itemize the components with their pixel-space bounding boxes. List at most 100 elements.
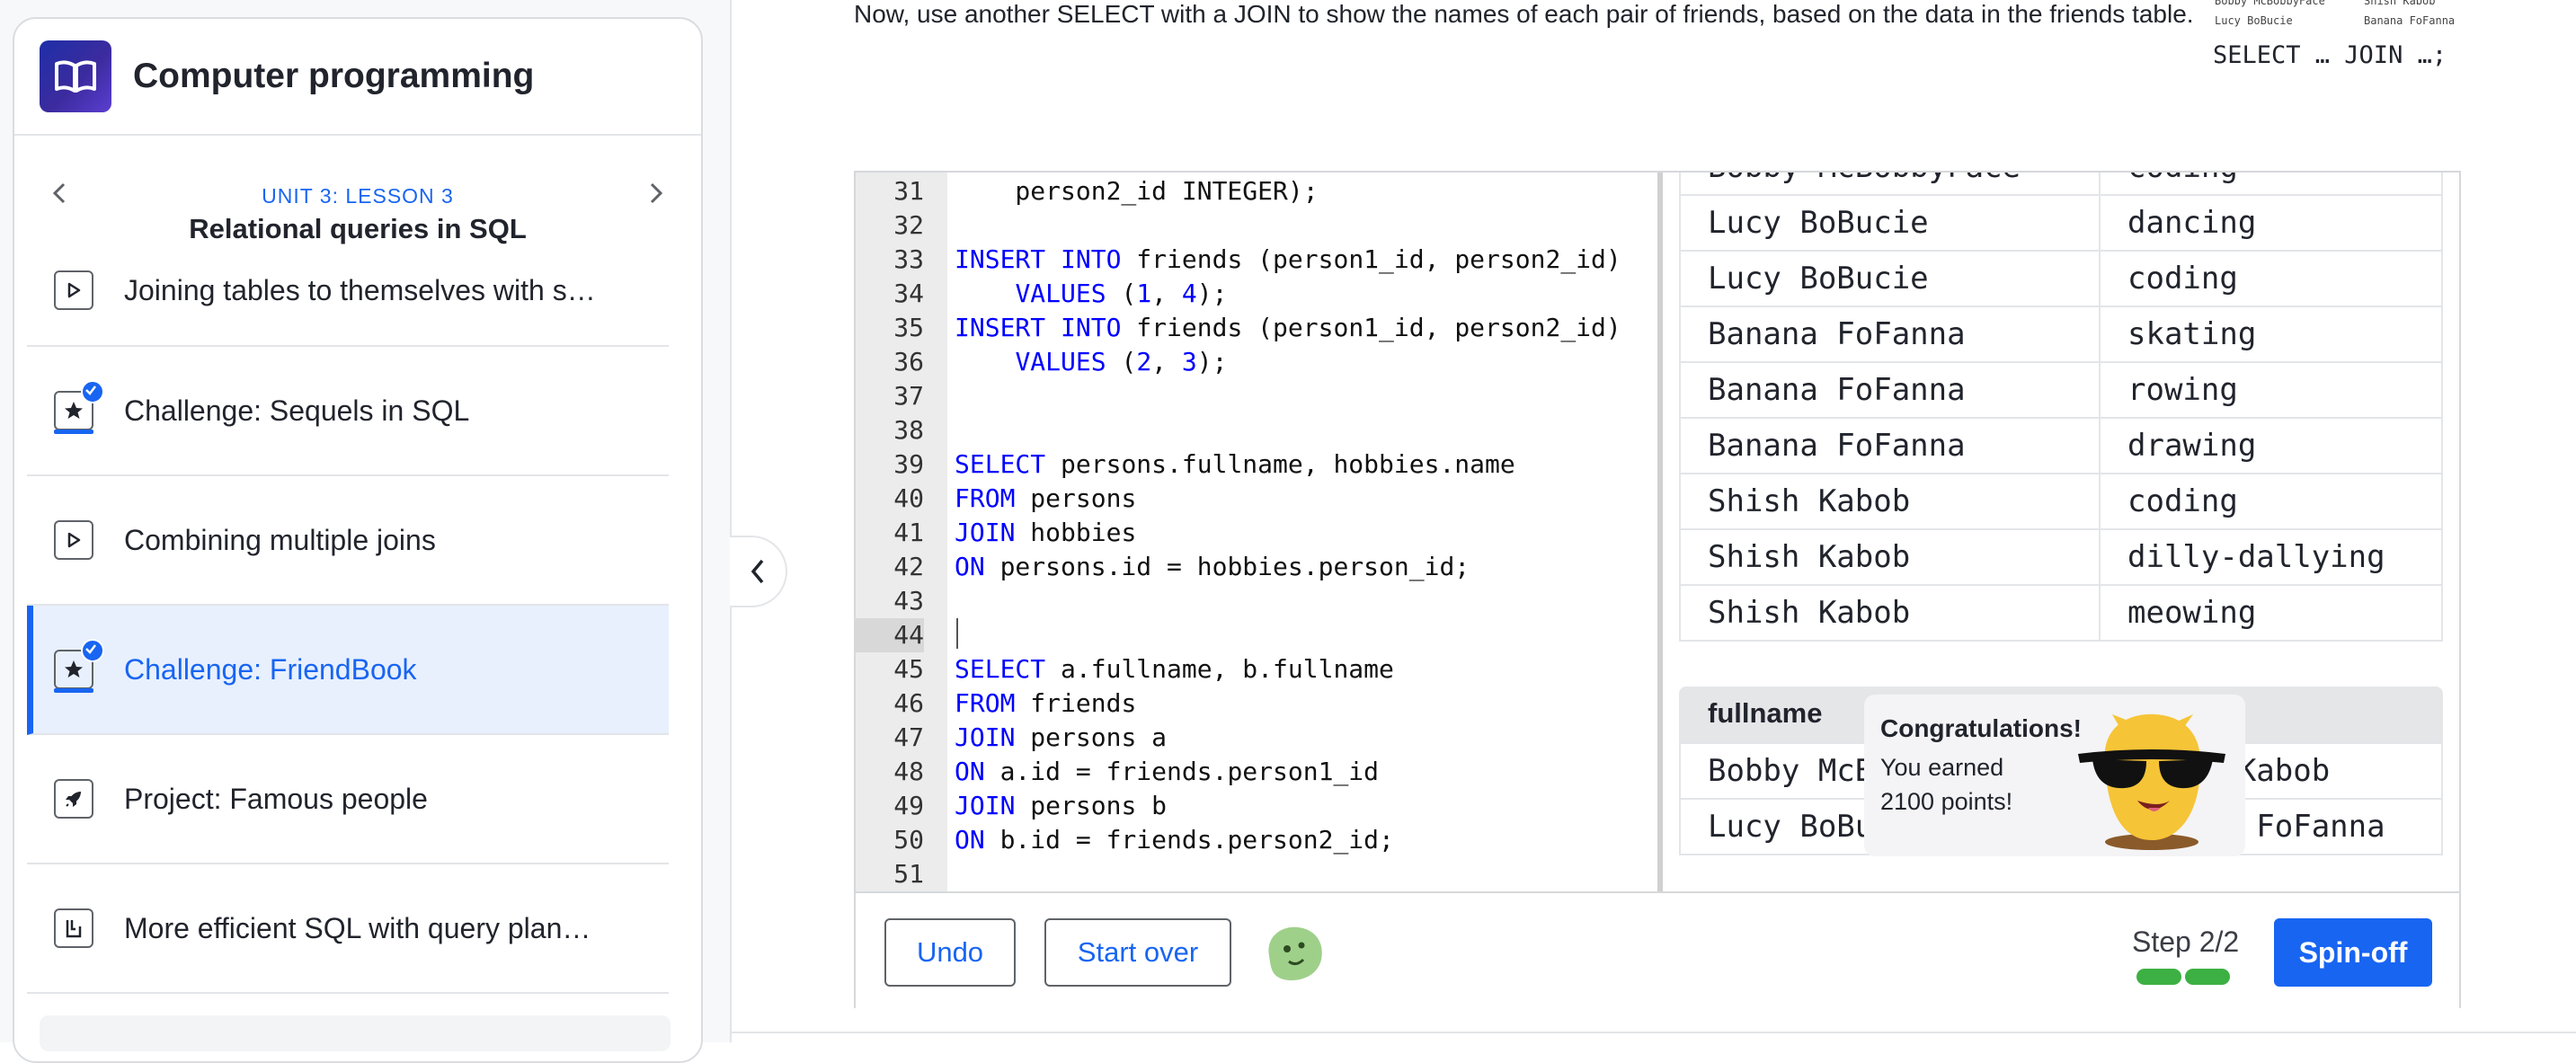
lesson-item-query-plans[interactable]: More efficient SQL with query plan… (27, 864, 669, 994)
line-number: 40 (893, 483, 924, 513)
line-number: 32 (893, 210, 924, 240)
course-logo-icon (40, 40, 111, 112)
unit-label[interactable]: UNIT 3: LESSON 3 (14, 184, 701, 208)
code-line[interactable]: 34 VALUES (1, 4); (856, 277, 1657, 311)
table-row: Lucy BoBucie dancing (1679, 194, 2443, 252)
code-line[interactable]: 41 JOIN hobbies (856, 516, 1657, 550)
lesson-item-combining-joins[interactable]: Combining multiple joins (27, 476, 669, 606)
editor-toolbar: Undo Start over Step 2/2 Spin-off (856, 891, 2459, 1008)
congrats-title: Congratulations! (1880, 714, 2082, 742)
play-icon (54, 270, 93, 310)
chevron-right-icon[interactable] (638, 166, 674, 220)
table-cell: Bobby McBobbyFace (1679, 173, 2101, 196)
code-line[interactable]: 48 ON a.id = friends.person1_id (856, 755, 1657, 789)
code-text: INSERT INTO friends (person1_id, person2… (955, 244, 1621, 274)
code-line[interactable]: 46 FROM friends (856, 687, 1657, 721)
table-row: Lucy BoBucie coding (1679, 250, 2443, 307)
start-over-button[interactable]: Start over (1044, 918, 1231, 987)
code-line[interactable]: 32 (856, 208, 1657, 243)
table-cell: Banana FoFanna (1679, 417, 2101, 474)
code-line[interactable]: 50 ON b.id = friends.person2_id; (856, 823, 1657, 857)
code-line[interactable]: 36 VALUES (2, 3); (856, 345, 1657, 379)
line-number: 39 (893, 449, 924, 479)
lesson-item-label: More efficient SQL with query plan… (124, 911, 591, 944)
code-editor[interactable]: 31 person2_id INTEGER); 32 33 INSERT INTO f… (856, 173, 1657, 891)
undo-button[interactable]: Undo (884, 918, 1016, 987)
course-title[interactable]: Computer programming (133, 57, 534, 96)
code-line[interactable]: 40 FROM persons (856, 482, 1657, 516)
code-line[interactable]: 45 SELECT a.fullname, b.fullname (856, 652, 1657, 687)
lesson-item-label: Joining tables to themselves with s… (124, 273, 596, 306)
chevron-left-icon (751, 559, 764, 584)
lesson-item-project-famous-people[interactable]: Project: Famous people (27, 735, 669, 864)
table-cell: Lucy BoBucie (1679, 194, 2101, 252)
table-cell: Shish Kabob (1679, 473, 2101, 530)
spin-off-button[interactable]: Spin-off (2274, 918, 2432, 987)
table-cell: Banana FoFanna (1679, 306, 2101, 363)
table-row: Shish Kabob coding (1679, 473, 2443, 530)
table-cell: dancing (2099, 194, 2443, 252)
completed-check-icon (81, 639, 104, 662)
lesson-item-label: Combining multiple joins (124, 523, 436, 556)
congrats-points: 2100 points! (1880, 788, 2013, 815)
code-line[interactable]: 39 SELECT persons.fullname, hobbies.name (856, 447, 1657, 482)
code-text: JOIN persons a (955, 722, 1168, 752)
line-number: 48 (893, 757, 924, 786)
code-workspace: 31 person2_id INTEGER); 32 33 INSERT INTO f… (854, 171, 2461, 1008)
code-text: ON a.id = friends.person1_id (955, 757, 1380, 786)
collapse-sidebar-button[interactable] (730, 536, 787, 607)
code-line[interactable]: 35 INSERT INTO friends (person1_id, perso… (856, 311, 1657, 345)
play-icon (54, 520, 93, 560)
code-text: person2_id INTEGER); (955, 176, 1319, 206)
completed-check-icon (81, 380, 104, 403)
code-line[interactable]: 33 INSERT INTO friends (person1_id, perso… (856, 243, 1657, 277)
congrats-message: You earned 2100 points! (1880, 750, 2069, 819)
code-line[interactable]: 38 (856, 413, 1657, 447)
hint-cell: Shish Kabob (2364, 0, 2436, 7)
code-line[interactable]: 37 (856, 379, 1657, 413)
code-line[interactable]: 44 (856, 618, 1657, 652)
lesson-item-joining-tables[interactable]: Joining tables to themselves with s… (27, 235, 669, 347)
table-row: Banana FoFanna rowing (1679, 361, 2443, 419)
code-text: VALUES (1, 4); (1015, 279, 1228, 308)
step-progress (2136, 969, 2230, 985)
lesson-item-label: Challenge: Sequels in SQL (124, 394, 470, 427)
sidebar: Computer programming UNIT 3: LESSON 3 Re… (0, 0, 730, 1063)
table-row: Banana FoFanna skating (1679, 306, 2443, 363)
code-text: ON persons.id = hobbies.person_id; (955, 552, 1470, 581)
code-text: FROM friends (955, 688, 1137, 718)
code-line[interactable]: 31 person2_id INTEGER); (856, 174, 1657, 208)
code-line[interactable]: 47 JOIN persons a (856, 721, 1657, 755)
code-line[interactable]: 49 JOIN persons b (856, 789, 1657, 823)
line-number: 34 (893, 279, 924, 308)
lesson-item-challenge-friendbook[interactable]: Challenge: FriendBook (27, 606, 669, 735)
code-text: SELECT persons.fullname, hobbies.name (955, 449, 1515, 479)
lesson-item-label: Project: Famous people (124, 782, 428, 815)
article-icon (54, 908, 93, 948)
congrats-line: You earned (1880, 754, 2004, 781)
hobbies-result-table: Bobby McBobbyFacecodingLucy BoBuciedanci… (1679, 173, 2443, 642)
line-number: 46 (893, 688, 924, 718)
table-cell: coding (2099, 173, 2443, 196)
lesson-item-challenge-sequels[interactable]: Challenge: Sequels in SQL (27, 347, 669, 476)
mascot-sunglasses-icon (2065, 709, 2236, 853)
line-number: 38 (893, 415, 924, 445)
line-number: 42 (893, 552, 924, 581)
code-line[interactable]: 51 (856, 857, 1657, 891)
sidebar-divider (730, 0, 732, 1042)
table-cell: coding (2099, 473, 2443, 530)
line-number: 50 (893, 825, 924, 855)
table-row: Shish Kabob meowing (1679, 584, 2443, 642)
table-row: Shish Kabob dilly-dallying (1679, 528, 2443, 586)
hint-cell: Lucy BoBucie (2215, 14, 2293, 27)
line-number: 47 (893, 722, 924, 752)
congratulations-popup: Congratulations! You earned 2100 points! (1864, 695, 2245, 856)
line-number: 45 (893, 654, 924, 684)
code-line[interactable]: 43 (856, 584, 1657, 618)
table-cell: dilly-dallying (2099, 528, 2443, 586)
table-cell: coding (2099, 250, 2443, 307)
line-number: 37 (893, 381, 924, 411)
table-row: Bobby McBobbyFacecoding (1679, 173, 2443, 196)
challenge-instruction: Now, use another SELECT with a JOIN to s… (854, 0, 2194, 28)
code-line[interactable]: 42 ON persons.id = hobbies.person_id; (856, 550, 1657, 584)
